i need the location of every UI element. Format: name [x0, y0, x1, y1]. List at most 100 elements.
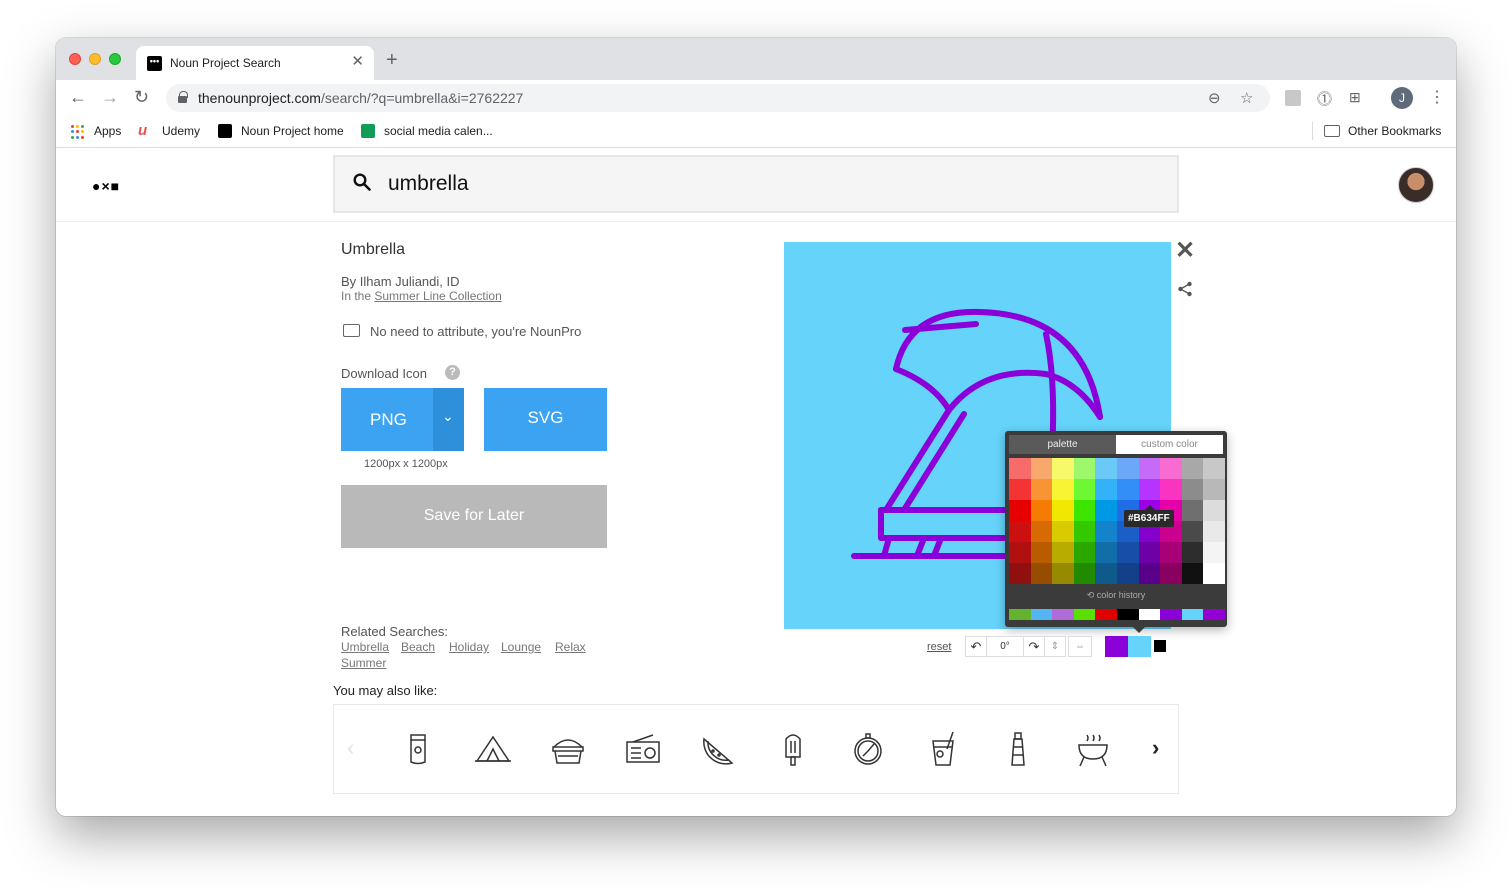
menu-kebab-icon[interactable]: ⋮: [1429, 87, 1445, 107]
collection-link[interactable]: Summer Line Collection: [374, 289, 501, 303]
color-swatch[interactable]: [1095, 542, 1117, 563]
color-swatch[interactable]: [1160, 542, 1182, 563]
zoom-icon[interactable]: ⊖: [1208, 89, 1221, 107]
color-swatch[interactable]: [1030, 521, 1053, 542]
flip-vertical-icon[interactable]: ⇕: [1044, 636, 1066, 657]
history-swatch[interactable]: [1073, 609, 1096, 620]
color-swatch[interactable]: [1116, 563, 1139, 584]
lighthouse-icon[interactable]: [998, 729, 1038, 769]
password-manager-icon[interactable]: ⓵: [1317, 88, 1332, 109]
extensions-grid-icon[interactable]: ⊞: [1349, 89, 1361, 106]
color-swatch[interactable]: [1160, 458, 1182, 479]
extension-icon[interactable]: [1285, 90, 1301, 106]
color-swatch[interactable]: [1095, 521, 1117, 542]
other-bookmarks[interactable]: Other Bookmarks: [1348, 124, 1441, 138]
forward-arrow-icon[interactable]: →: [101, 88, 119, 106]
address-bar[interactable]: thenounproject.com/search/?q=umbrella&i=…: [166, 84, 1270, 112]
related-link-lounge[interactable]: Lounge: [501, 640, 541, 654]
color-swatch[interactable]: [1030, 500, 1053, 521]
search-input[interactable]: umbrella: [333, 155, 1179, 213]
browser-tab[interactable]: ••• Noun Project Search ✕: [136, 46, 374, 80]
history-swatch[interactable]: [1030, 609, 1053, 620]
history-swatch[interactable]: [1095, 609, 1117, 620]
user-avatar[interactable]: [1398, 167, 1434, 203]
download-png-button[interactable]: PNG ⌄: [341, 388, 464, 451]
popsicle-icon[interactable]: [773, 729, 813, 769]
bookmark-social-media-calendar[interactable]: social media calen...: [384, 124, 493, 138]
maximize-window-button[interactable]: [109, 53, 121, 65]
color-swatch[interactable]: [1052, 563, 1074, 584]
color-swatch[interactable]: [1052, 500, 1074, 521]
color-swatch[interactable]: [1009, 458, 1031, 479]
drink-icon[interactable]: [923, 729, 963, 769]
color-swatch[interactable]: [1181, 479, 1204, 500]
color-swatch[interactable]: [1095, 458, 1117, 479]
related-link-umbrella[interactable]: Umbrella: [341, 640, 389, 654]
color-swatch[interactable]: [1203, 500, 1225, 521]
carousel-prev-icon[interactable]: ‹: [347, 737, 354, 759]
color-swatch[interactable]: [1203, 563, 1225, 584]
color-swatch[interactable]: [1073, 458, 1096, 479]
color-swatch[interactable]: [1052, 542, 1074, 563]
black-color-swatch[interactable]: [1154, 640, 1166, 652]
color-swatch[interactable]: [1203, 521, 1225, 542]
color-swatch[interactable]: [1116, 542, 1139, 563]
rotate-right-icon[interactable]: ↷: [1023, 636, 1045, 657]
color-swatch[interactable]: [1052, 458, 1074, 479]
color-swatch[interactable]: [1116, 458, 1139, 479]
color-swatch[interactable]: [1160, 563, 1182, 584]
color-swatch[interactable]: [1095, 500, 1117, 521]
color-swatch[interactable]: [1009, 500, 1031, 521]
sunscreen-icon[interactable]: [398, 729, 438, 769]
rotate-left-icon[interactable]: ↶: [965, 636, 987, 657]
color-swatch[interactable]: [1009, 521, 1031, 542]
color-swatch[interactable]: [1030, 479, 1053, 500]
icon-color-swatch[interactable]: [1105, 636, 1128, 657]
profile-avatar[interactable]: J: [1391, 87, 1413, 109]
color-swatch[interactable]: [1052, 521, 1074, 542]
compass-icon[interactable]: [848, 729, 888, 769]
help-icon[interactable]: ?: [445, 365, 460, 380]
color-swatch[interactable]: [1181, 521, 1204, 542]
color-swatch[interactable]: [1203, 479, 1225, 500]
rotation-value[interactable]: 0°: [986, 636, 1024, 657]
history-swatch[interactable]: [1160, 609, 1182, 620]
color-swatch[interactable]: [1073, 563, 1096, 584]
color-swatch[interactable]: [1073, 500, 1096, 521]
bookmark-star-icon[interactable]: ☆: [1240, 89, 1253, 107]
color-swatch[interactable]: [1138, 563, 1161, 584]
related-link-holiday[interactable]: Holiday: [449, 640, 489, 654]
close-window-button[interactable]: [69, 53, 81, 65]
color-swatch[interactable]: [1138, 542, 1161, 563]
bookmark-apps[interactable]: Apps: [94, 124, 121, 138]
related-link-relax[interactable]: Relax: [555, 640, 586, 654]
color-swatch[interactable]: [1052, 479, 1074, 500]
new-tab-button[interactable]: +: [386, 50, 398, 70]
bookmark-noun-project-home[interactable]: Noun Project home: [241, 124, 344, 138]
reset-link[interactable]: reset: [927, 641, 951, 653]
color-swatch[interactable]: [1073, 479, 1096, 500]
color-swatch[interactable]: [1203, 542, 1225, 563]
color-swatch[interactable]: [1095, 479, 1117, 500]
picnic-basket-icon[interactable]: [548, 729, 588, 769]
background-color-swatch[interactable]: [1128, 636, 1151, 657]
color-swatch[interactable]: [1030, 542, 1053, 563]
history-swatch[interactable]: [1181, 609, 1204, 620]
color-swatch[interactable]: [1009, 542, 1031, 563]
color-swatch[interactable]: [1181, 563, 1204, 584]
color-swatch[interactable]: [1181, 500, 1204, 521]
related-link-summer[interactable]: Summer: [341, 656, 386, 670]
back-arrow-icon[interactable]: ←: [69, 88, 87, 106]
url-text[interactable]: thenounproject.com/search/?q=umbrella&i=…: [198, 90, 523, 106]
radio-icon[interactable]: [623, 729, 663, 769]
noun-project-logo[interactable]: ●×■: [92, 178, 120, 194]
color-swatch[interactable]: [1181, 458, 1204, 479]
reload-icon[interactable]: ↻: [134, 88, 149, 106]
flip-horizontal-icon[interactable]: ⇔: [1068, 636, 1092, 657]
download-svg-button[interactable]: SVG: [484, 388, 607, 451]
color-swatch[interactable]: [1009, 563, 1031, 584]
save-for-later-button[interactable]: Save for Later: [341, 485, 607, 548]
carousel-next-icon[interactable]: ›: [1152, 737, 1159, 759]
bookmark-udemy[interactable]: Udemy: [162, 124, 200, 138]
close-icon[interactable]: ✕: [1175, 239, 1195, 263]
